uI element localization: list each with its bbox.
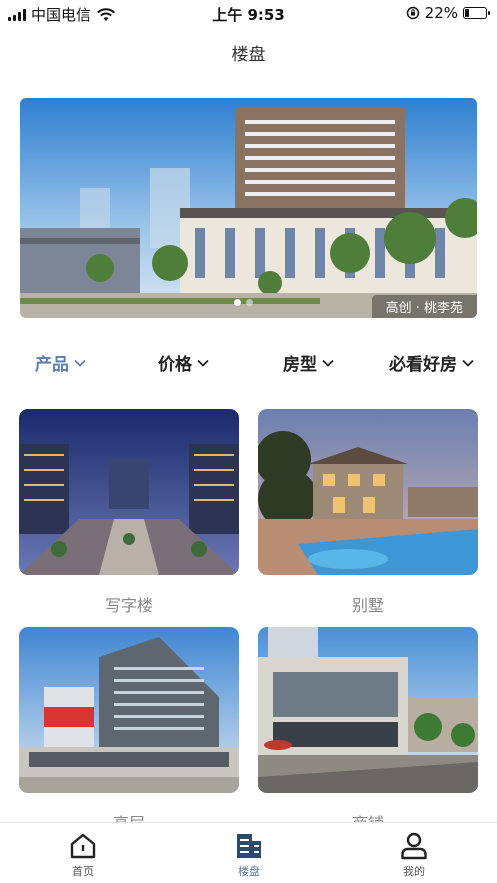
tab-label: 首页 [72,865,94,878]
category-label: 写字楼 [104,596,153,615]
filter-bar: 产品 价格 房型 必看好房 [0,350,497,378]
villa-image [258,409,478,575]
highrise-image [19,627,239,793]
bottom-tab-bar: 首页 楼盘 我的 [0,822,497,883]
chevron-down-icon [74,359,86,367]
chevron-down-icon [322,359,334,367]
category-card-highrise[interactable]: 高层 [19,627,239,834]
tab-buildings[interactable]: 楼盘 [209,831,289,879]
category-card-villa[interactable]: 别墅 [258,409,478,616]
filter-label: 价格 [158,355,192,375]
user-icon [401,832,427,860]
carousel-dot[interactable] [246,299,253,306]
tab-mine[interactable]: 我的 [374,831,454,879]
banner-caption: 高创 · 桃李苑 [371,295,477,318]
office-image [19,409,239,575]
carousel-dot[interactable] [234,299,241,306]
filter-label: 房型 [283,355,317,375]
status-right: 22% [406,4,490,22]
chevron-down-icon [462,359,474,367]
filter-label: 产品 [35,355,69,375]
banner-carousel[interactable]: 高创 · 桃李苑 [20,98,477,318]
battery-icon [463,7,490,19]
banner-image [20,98,477,318]
filter-price[interactable]: 价格 [158,350,210,375]
building-icon [237,834,261,858]
status-bar: 中国电信 上午 9:53 22% [0,0,497,26]
battery-percent: 22% [424,4,458,22]
category-card-office[interactable]: 写字楼 [19,409,239,616]
category-card-shop[interactable]: 商铺 [258,627,478,834]
tab-label: 我的 [403,865,425,878]
filter-product[interactable]: 产品 [35,350,87,375]
carousel-indicator [234,299,253,306]
category-label: 别墅 [351,596,384,615]
home-icon [70,833,96,859]
filter-layout[interactable]: 房型 [283,350,335,375]
chevron-down-icon [197,359,209,367]
page-title: 楼盘 [231,45,266,65]
tab-label: 楼盘 [238,865,260,878]
shop-image [258,627,478,793]
rotation-lock-icon [406,6,419,20]
filter-must-see[interactable]: 必看好房 [389,350,475,375]
tab-home[interactable]: 首页 [43,831,123,879]
filter-label: 必看好房 [389,355,457,375]
